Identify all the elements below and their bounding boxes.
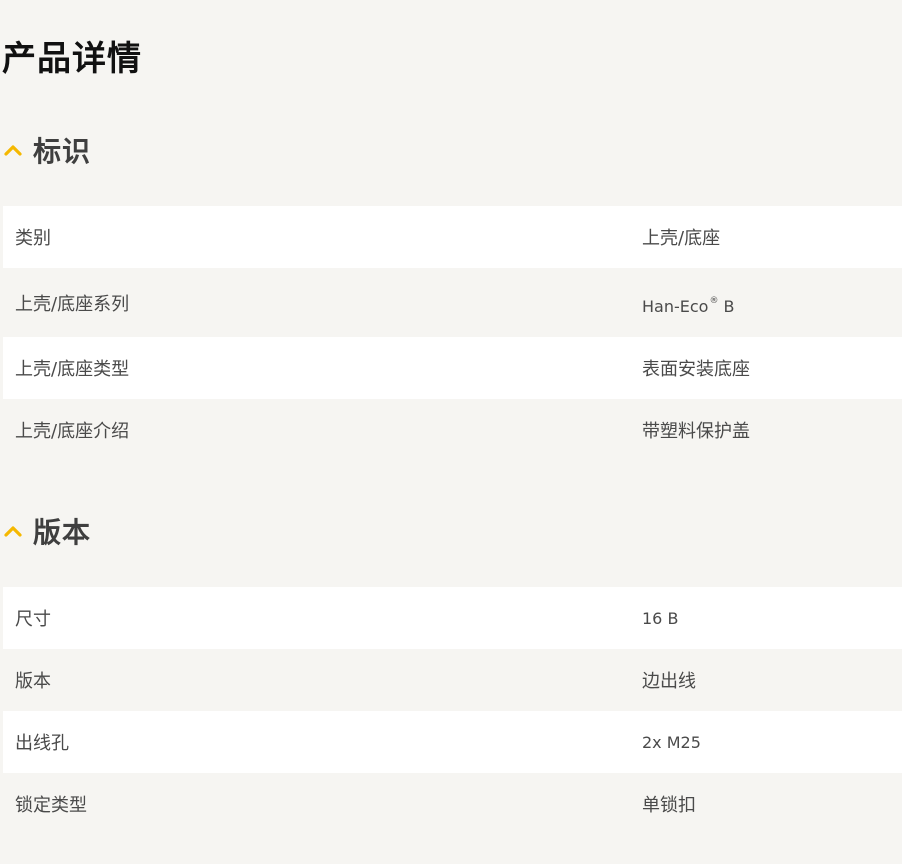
spec-label: 版本 [15,671,51,692]
section-title: 版本 [33,516,92,549]
table-row: 锁定类型 单锁扣 [3,773,902,835]
spec-label: 上壳/底座系列 [15,293,130,315]
table-row: 类别 上壳/底座 [3,206,902,268]
spec-table-version: 尺寸 16 B 版本 边出线 出线孔 2x M25 锁定类型 单锁扣 [3,587,902,835]
spec-value: Han-Eco [642,296,709,316]
page-title: 产品详情 [2,39,142,79]
spec-label: 出线孔 [15,733,69,754]
table-row: 尺寸 16 B [3,587,902,649]
spec-value: 表面安装底座 [642,359,750,380]
spec-label: 尺寸 [15,609,51,630]
spec-value: 2x M25 [642,732,701,752]
spec-label: 上壳/底座类型 [15,359,130,380]
section-title: 标识 [33,135,92,168]
spec-table-identification: 类别 上壳/底座 上壳/底座系列 Han-Eco® B 上壳/底座类型 表面安装… [3,206,902,461]
table-row: 版本 边出线 [3,649,902,711]
chevron-up-icon [1,138,25,162]
spec-label: 类别 [15,228,51,249]
spec-value: 单锁扣 [642,795,696,816]
spec-value-tail: B [718,296,735,316]
spec-value-group: Han-Eco® B [642,290,902,316]
spec-value: 边出线 [642,671,696,692]
spec-value: 16 B [642,608,679,628]
spec-label: 上壳/底座介绍 [15,421,130,442]
chevron-up-icon [1,519,25,543]
spec-value: 带塑料保护盖 [642,421,750,442]
spec-label: 锁定类型 [15,795,87,816]
table-row: 上壳/底座类型 表面安装底座 [3,337,902,399]
section-header-version[interactable]: 版本 [0,509,91,553]
spec-value: 上壳/底座 [642,228,721,249]
section-header-identification[interactable]: 标识 [0,128,91,172]
table-row: 上壳/底座介绍 带塑料保护盖 [3,399,902,461]
table-row: 出线孔 2x M25 [3,711,902,773]
table-row: 上壳/底座系列 Han-Eco® B [3,268,902,337]
